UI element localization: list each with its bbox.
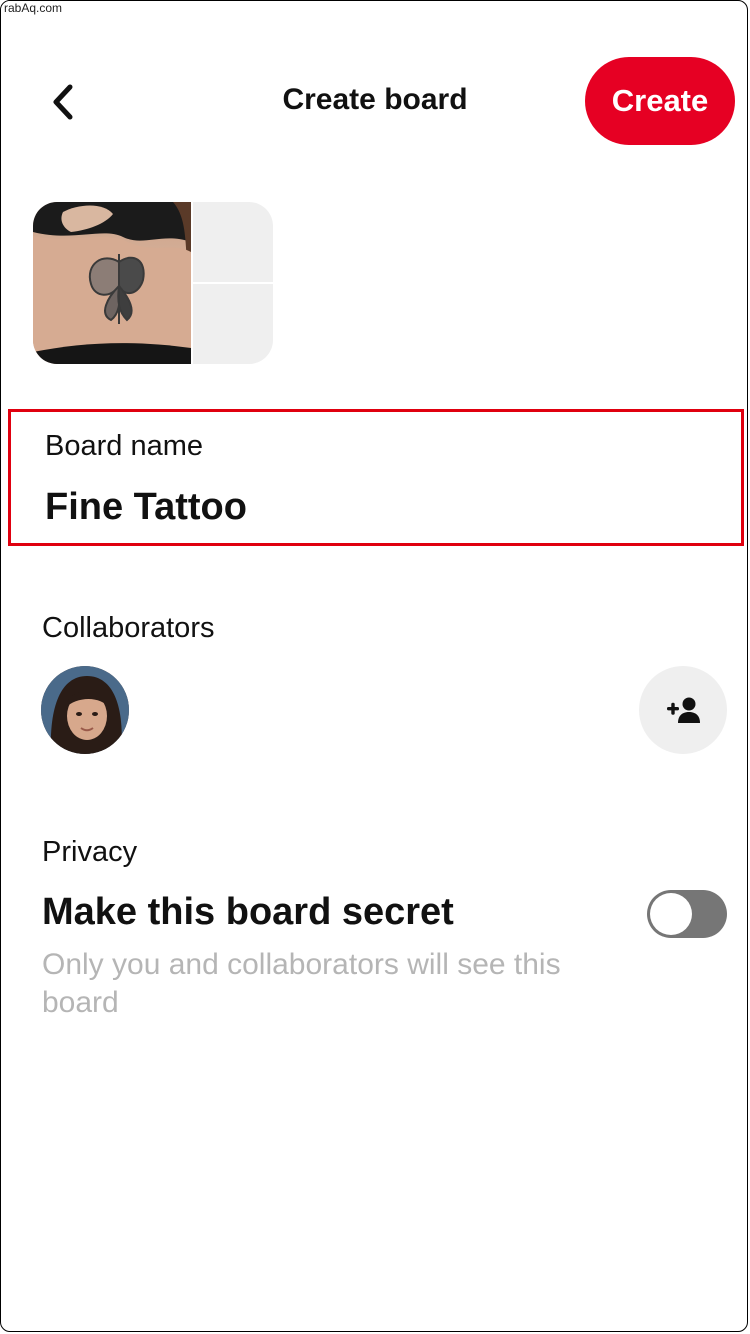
board-cover[interactable]	[33, 202, 273, 364]
header: Create board Create	[1, 56, 747, 146]
cover-placeholder-top	[193, 202, 273, 282]
board-name-input[interactable]: Fine Tattoo	[45, 486, 247, 529]
board-name-label: Board name	[45, 430, 203, 462]
watermark: rabAq.com	[1, 1, 66, 15]
avatar[interactable]	[41, 666, 129, 754]
board-name-field[interactable]: Board name Fine Tattoo	[8, 409, 744, 546]
cover-image-tattoo	[33, 202, 191, 364]
add-person-icon	[667, 697, 700, 723]
cover-side	[193, 202, 273, 364]
secret-toggle[interactable]	[647, 890, 727, 938]
cover-placeholder-bottom	[193, 284, 273, 364]
privacy-label: Privacy	[42, 836, 138, 868]
collaborators-label: Collaborators	[42, 612, 215, 644]
create-button[interactable]: Create	[585, 57, 735, 145]
toggle-knob	[650, 893, 692, 935]
secret-description: Only you and collaborators will see this…	[42, 948, 561, 1019]
add-collaborator-button[interactable]	[639, 666, 727, 754]
secret-title: Make this board secret	[42, 891, 454, 933]
create-board-screen: rabAq.com Create board Create Board name…	[0, 0, 748, 1332]
